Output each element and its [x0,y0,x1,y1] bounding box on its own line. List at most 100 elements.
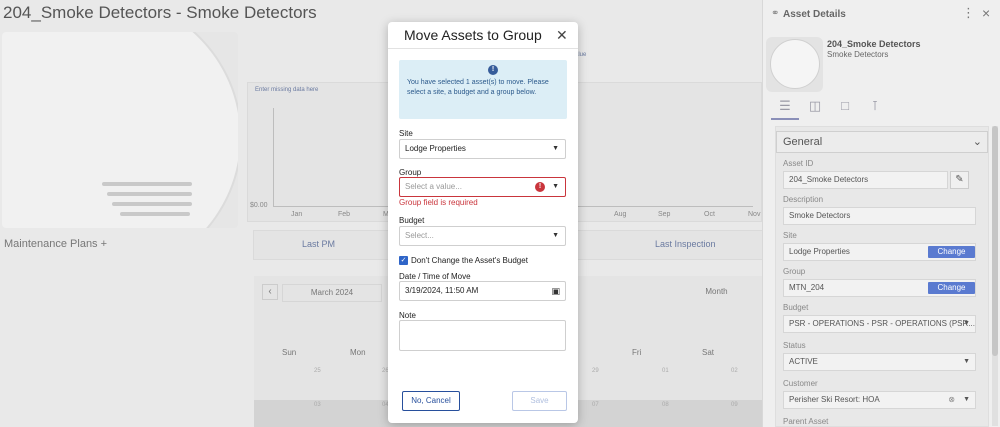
panel-body: General ⌄ Asset ID 204_Smoke Detectors ✎… [775,126,989,427]
hierarchy-icon[interactable]: ◫ [801,98,829,120]
status-select[interactable]: ACTIVE ▼ [783,353,976,371]
budget-select[interactable]: PSR - OPERATIONS - PSR - OPERATIONS (PSR… [783,315,976,333]
asset-name: 204_Smoke Detectors [827,39,921,49]
change-site-button[interactable]: Change [928,246,975,258]
calendar-date: 03 [314,402,321,408]
calendar-day-header: Sat [702,348,715,357]
site-value: Lodge Properties [789,247,850,256]
move-date-value: 3/19/2024, 11:50 AM [405,286,479,295]
parent-asset-label: Parent Asset [783,417,829,426]
caret-down-icon: ▼ [963,396,970,403]
description-field[interactable]: Smoke Detectors [783,207,976,225]
caret-down-icon: ▼ [963,320,970,327]
edit-pencil-icon[interactable]: ✎ [950,171,969,189]
move-date-input[interactable]: 3/19/2024, 11:50 AM ▣ [399,281,566,301]
calendar-date: 01 [662,368,669,374]
asset-type: Smoke Detectors [827,50,889,59]
info-banner: ! You have selected 1 asset(s) to move. … [399,60,567,119]
note-textarea[interactable] [399,320,566,351]
chart-month-label: Jan [291,211,303,218]
close-icon[interactable]: ✕ [556,27,568,44]
maintenance-plans-heading[interactable]: Maintenance Plans + [4,238,107,250]
general-section-label: General [783,136,823,148]
status-label: Status [783,341,806,350]
customer-select[interactable]: Perisher Ski Resort: HOA ⊗ ▼ [783,391,976,409]
page-title: 204_Smoke Detectors - Smoke Detectors [3,3,317,22]
site-value: Lodge Properties [405,144,466,153]
calendar-prev-button[interactable]: ‹ [262,284,278,300]
caret-down-icon: ▼ [552,145,559,152]
group-value: MTN_204 [789,283,825,292]
customer-label: Customer [783,379,818,388]
calendar-date: 29 [592,368,599,374]
caret-down-icon: ▼ [552,183,559,190]
caret-down-icon: ▼ [963,358,970,365]
calendar-date: 08 [662,402,669,408]
status-value: ACTIVE [789,357,818,366]
save-button[interactable]: Save [512,391,567,411]
details-list-icon[interactable]: ☰ [771,98,799,120]
calendar-day-header: Sun [282,348,297,357]
group-placeholder: Select a value... [405,182,462,191]
chart-y-tick: $0.00 [250,202,268,209]
asset-photo [2,32,238,228]
chevron-down-icon: ⌄ [972,136,982,148]
caret-down-icon: ▼ [552,232,559,239]
site-label: Site [399,129,413,138]
budget-placeholder: Select... [405,231,434,240]
checkbox-checked-icon[interactable]: ✓ [399,256,408,265]
date-label: Date / Time of Move [399,272,471,281]
attachment-icon[interactable]: ⊺ [861,98,889,120]
dialog-title: Move Assets to Group [404,27,542,43]
budget-label: Budget [783,303,809,312]
calendar-icon[interactable]: ▣ [551,282,560,300]
change-group-button[interactable]: Change [928,282,975,294]
note-label: Note [399,311,416,320]
group-error-message: Group field is required [399,198,478,207]
tab-last-inspection[interactable]: Last Inspection [655,239,716,249]
calendar-date: 25 [314,368,321,374]
close-icon[interactable]: × [982,5,990,21]
calendar-day-header: Fri [632,348,642,357]
general-section-toggle[interactable]: General ⌄ [776,131,988,153]
panel-header: ⚭ Asset Details ⋮ × [763,0,1000,30]
chart-month-label: Aug [614,211,627,218]
description-label: Description [783,195,824,204]
calendar-day-header: Mon [350,348,366,357]
error-icon: ! [535,182,545,192]
chart-month-label: Feb [338,211,351,218]
calendar-month-label[interactable]: March 2024 [282,284,382,302]
site-select[interactable]: Lodge Properties ▼ [399,139,566,159]
divider [388,48,578,49]
cancel-button[interactable]: No, Cancel [402,391,460,411]
budget-value: PSR - OPERATIONS - PSR - OPERATIONS (PSR… [789,319,975,328]
budget-label: Budget [399,216,425,225]
panel-title: Asset Details [783,9,846,20]
note-icon[interactable]: □ [831,98,859,120]
site-label: Site [783,231,797,240]
chart-month-label: Oct [704,211,715,218]
calendar-date: 07 [592,402,599,408]
clear-icon[interactable]: ⊗ [948,392,955,408]
calendar-date: 09 [731,402,738,408]
group-label: Group [399,168,422,177]
more-options-icon[interactable]: ⋮ [962,5,975,21]
info-icon: ! [488,65,498,75]
asset-thumbnail [766,37,823,92]
asset-icon: ⚭ [771,8,780,19]
calendar-date: 02 [731,368,738,374]
group-label: Group [783,267,806,276]
info-text: You have selected 1 asset(s) to move. Pl… [407,79,549,96]
budget-select[interactable]: Select... ▼ [399,226,566,246]
asset-details-panel: ⚭ Asset Details ⋮ × 204_Smoke Detectors … [762,0,1000,427]
move-assets-dialog: Move Assets to Group ✕ ! You have select… [388,22,578,423]
asset-id-label: Asset ID [783,159,814,168]
panel-scrollbar[interactable] [992,126,998,426]
chart-month-label: Nov [748,211,761,218]
group-select[interactable]: Select a value... ! ▼ [399,177,566,197]
chart-hint-link[interactable]: Enter missing data here [255,87,318,93]
calendar-mode-button[interactable]: Month [694,284,739,302]
background-page: 204_Smoke Detectors - Smoke Detectors al… [0,0,763,427]
asset-id-field[interactable]: 204_Smoke Detectors [783,171,948,189]
tab-last-pm[interactable]: Last PM [302,239,335,249]
